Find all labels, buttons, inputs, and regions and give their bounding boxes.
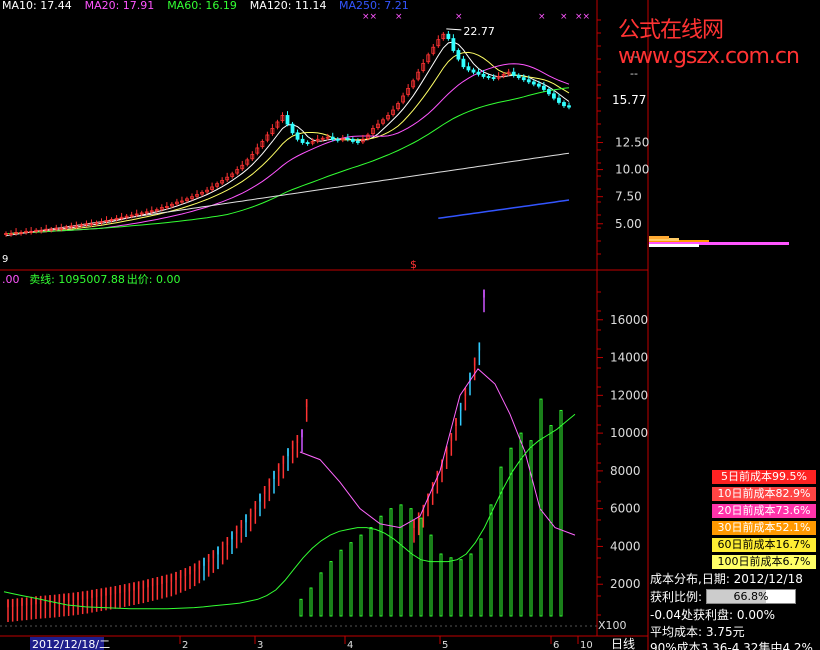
candle-body (552, 93, 556, 99)
cost-row: 10日前成本82.9% (712, 487, 816, 501)
chip-bar (649, 244, 699, 247)
cost-row: 100日前成本6.7% (712, 555, 816, 569)
indicator-legend-0: .00 (2, 273, 20, 286)
indicator-legend-1: 卖线: 1095007.88 (29, 272, 125, 286)
candle-body (305, 142, 310, 145)
cost-date-line: 成本分布,日期: 2012/12/18 (650, 572, 803, 586)
watermark: 公式在线网www.gszx.com.cn (618, 18, 800, 69)
candle-body (451, 38, 456, 51)
indicator-axis-label: 14000 (610, 351, 648, 365)
indicator-axis-label: 2000 (610, 577, 641, 591)
candle-body (546, 89, 551, 95)
cost-row: 30日前成本52.1% (712, 521, 816, 535)
indicator-axis-label: 4000 (610, 539, 641, 553)
candle-body (521, 77, 526, 81)
cost-row: 20日前成本73.6% (712, 504, 816, 518)
candle-body (516, 74, 521, 78)
avg-cost: 平均成本: 3.75元 (650, 625, 745, 639)
stock-chart-window: 12.50 10.00 7.50 5.00 -- -- 15.77 MA10: 17.44 MA… (0, 0, 820, 650)
chip-bar (649, 236, 669, 239)
candle-body (456, 50, 461, 60)
signal-marker: × (455, 12, 463, 22)
cost-row: 60日前成本16.7% (712, 538, 816, 552)
indicator-axis-label: 8000 (610, 464, 641, 478)
candle-body (557, 97, 561, 103)
profit-bar: 66.8% (706, 589, 796, 604)
candle-body (541, 85, 546, 90)
profit-value: 66.8% (733, 590, 769, 603)
candle-body (335, 138, 340, 141)
profit-label: 获利比例: (650, 590, 703, 604)
candle-body (355, 141, 360, 143)
signal-marker: × (538, 12, 546, 22)
ma-legend-4: MA250: 7.21 (339, 0, 409, 12)
candle-body (486, 76, 491, 78)
ma-legend-2: MA60: 16.19 (167, 0, 237, 12)
unit-label: X100 (598, 619, 627, 632)
candle-body (446, 33, 451, 39)
indicator-axis-label: 6000 (610, 502, 641, 516)
indicator-axis-label: 16000 (610, 313, 648, 327)
period-label: 日线 (611, 637, 635, 650)
chart-canvas[interactable]: 12.5010.007.505.00----15.77MA10: 17.44 MA… (0, 0, 820, 650)
candle-body (567, 105, 571, 108)
candle-body (290, 123, 295, 134)
candle-body (562, 102, 566, 107)
month-label: 4 (347, 640, 353, 650)
price-axis-label: 10.00 (615, 163, 649, 177)
candle-body (350, 138, 355, 142)
high-label: 22.77 (463, 25, 495, 38)
price-axis-label: 5.00 (615, 217, 642, 231)
cost-range-90: 90%成本3.36-4.32集中4.2% (650, 641, 813, 650)
indicator-legend-2: 出价: 0.00 (127, 272, 181, 286)
candle-body (511, 71, 516, 76)
candle-body (285, 115, 290, 125)
candle-body (531, 81, 536, 85)
month-label: 2 (182, 640, 188, 650)
profit-disk: -0.04处获利盘: 0.00% (650, 608, 776, 622)
candle-body (466, 66, 471, 71)
candle-body (481, 73, 486, 77)
candle-body (471, 69, 476, 73)
price-axis-label: 12.50 (615, 136, 649, 150)
indicator-axis-label: 10000 (610, 426, 648, 440)
signal-marker: × (560, 12, 568, 22)
candle-body (330, 136, 335, 140)
candle-body (345, 137, 350, 140)
month-label: 3 (257, 640, 263, 650)
candle-body (476, 71, 481, 75)
signal-marker: ×× (362, 12, 377, 22)
candle-body (300, 138, 305, 143)
candle-body (491, 77, 496, 80)
signal-marker: × (395, 12, 403, 22)
candle-body (461, 58, 466, 68)
ma-legend-1: MA20: 17.91 (85, 0, 155, 12)
month-label: 6 (553, 640, 559, 650)
ma-legend-3: MA120: 11.14 (250, 0, 327, 12)
date-tag: 2012/12/18/二 (32, 638, 110, 650)
indicator-axis-label: 12000 (610, 388, 648, 402)
s-marker: $ (410, 258, 417, 271)
candle-body (536, 83, 541, 87)
month-label: 10 (580, 640, 593, 650)
price-axis-label: 7.50 (615, 190, 642, 204)
candle-body (295, 132, 300, 140)
current-price-label: 15.77 (612, 93, 646, 107)
signal-marker: ×× (575, 12, 590, 22)
month-label: 5 (442, 640, 448, 650)
ma-legend-0: MA10: 17.44 (2, 0, 72, 12)
left-mark: 9 (2, 254, 8, 265)
candle-body (526, 79, 531, 83)
cost-row: 5日前成本99.5% (712, 470, 816, 484)
